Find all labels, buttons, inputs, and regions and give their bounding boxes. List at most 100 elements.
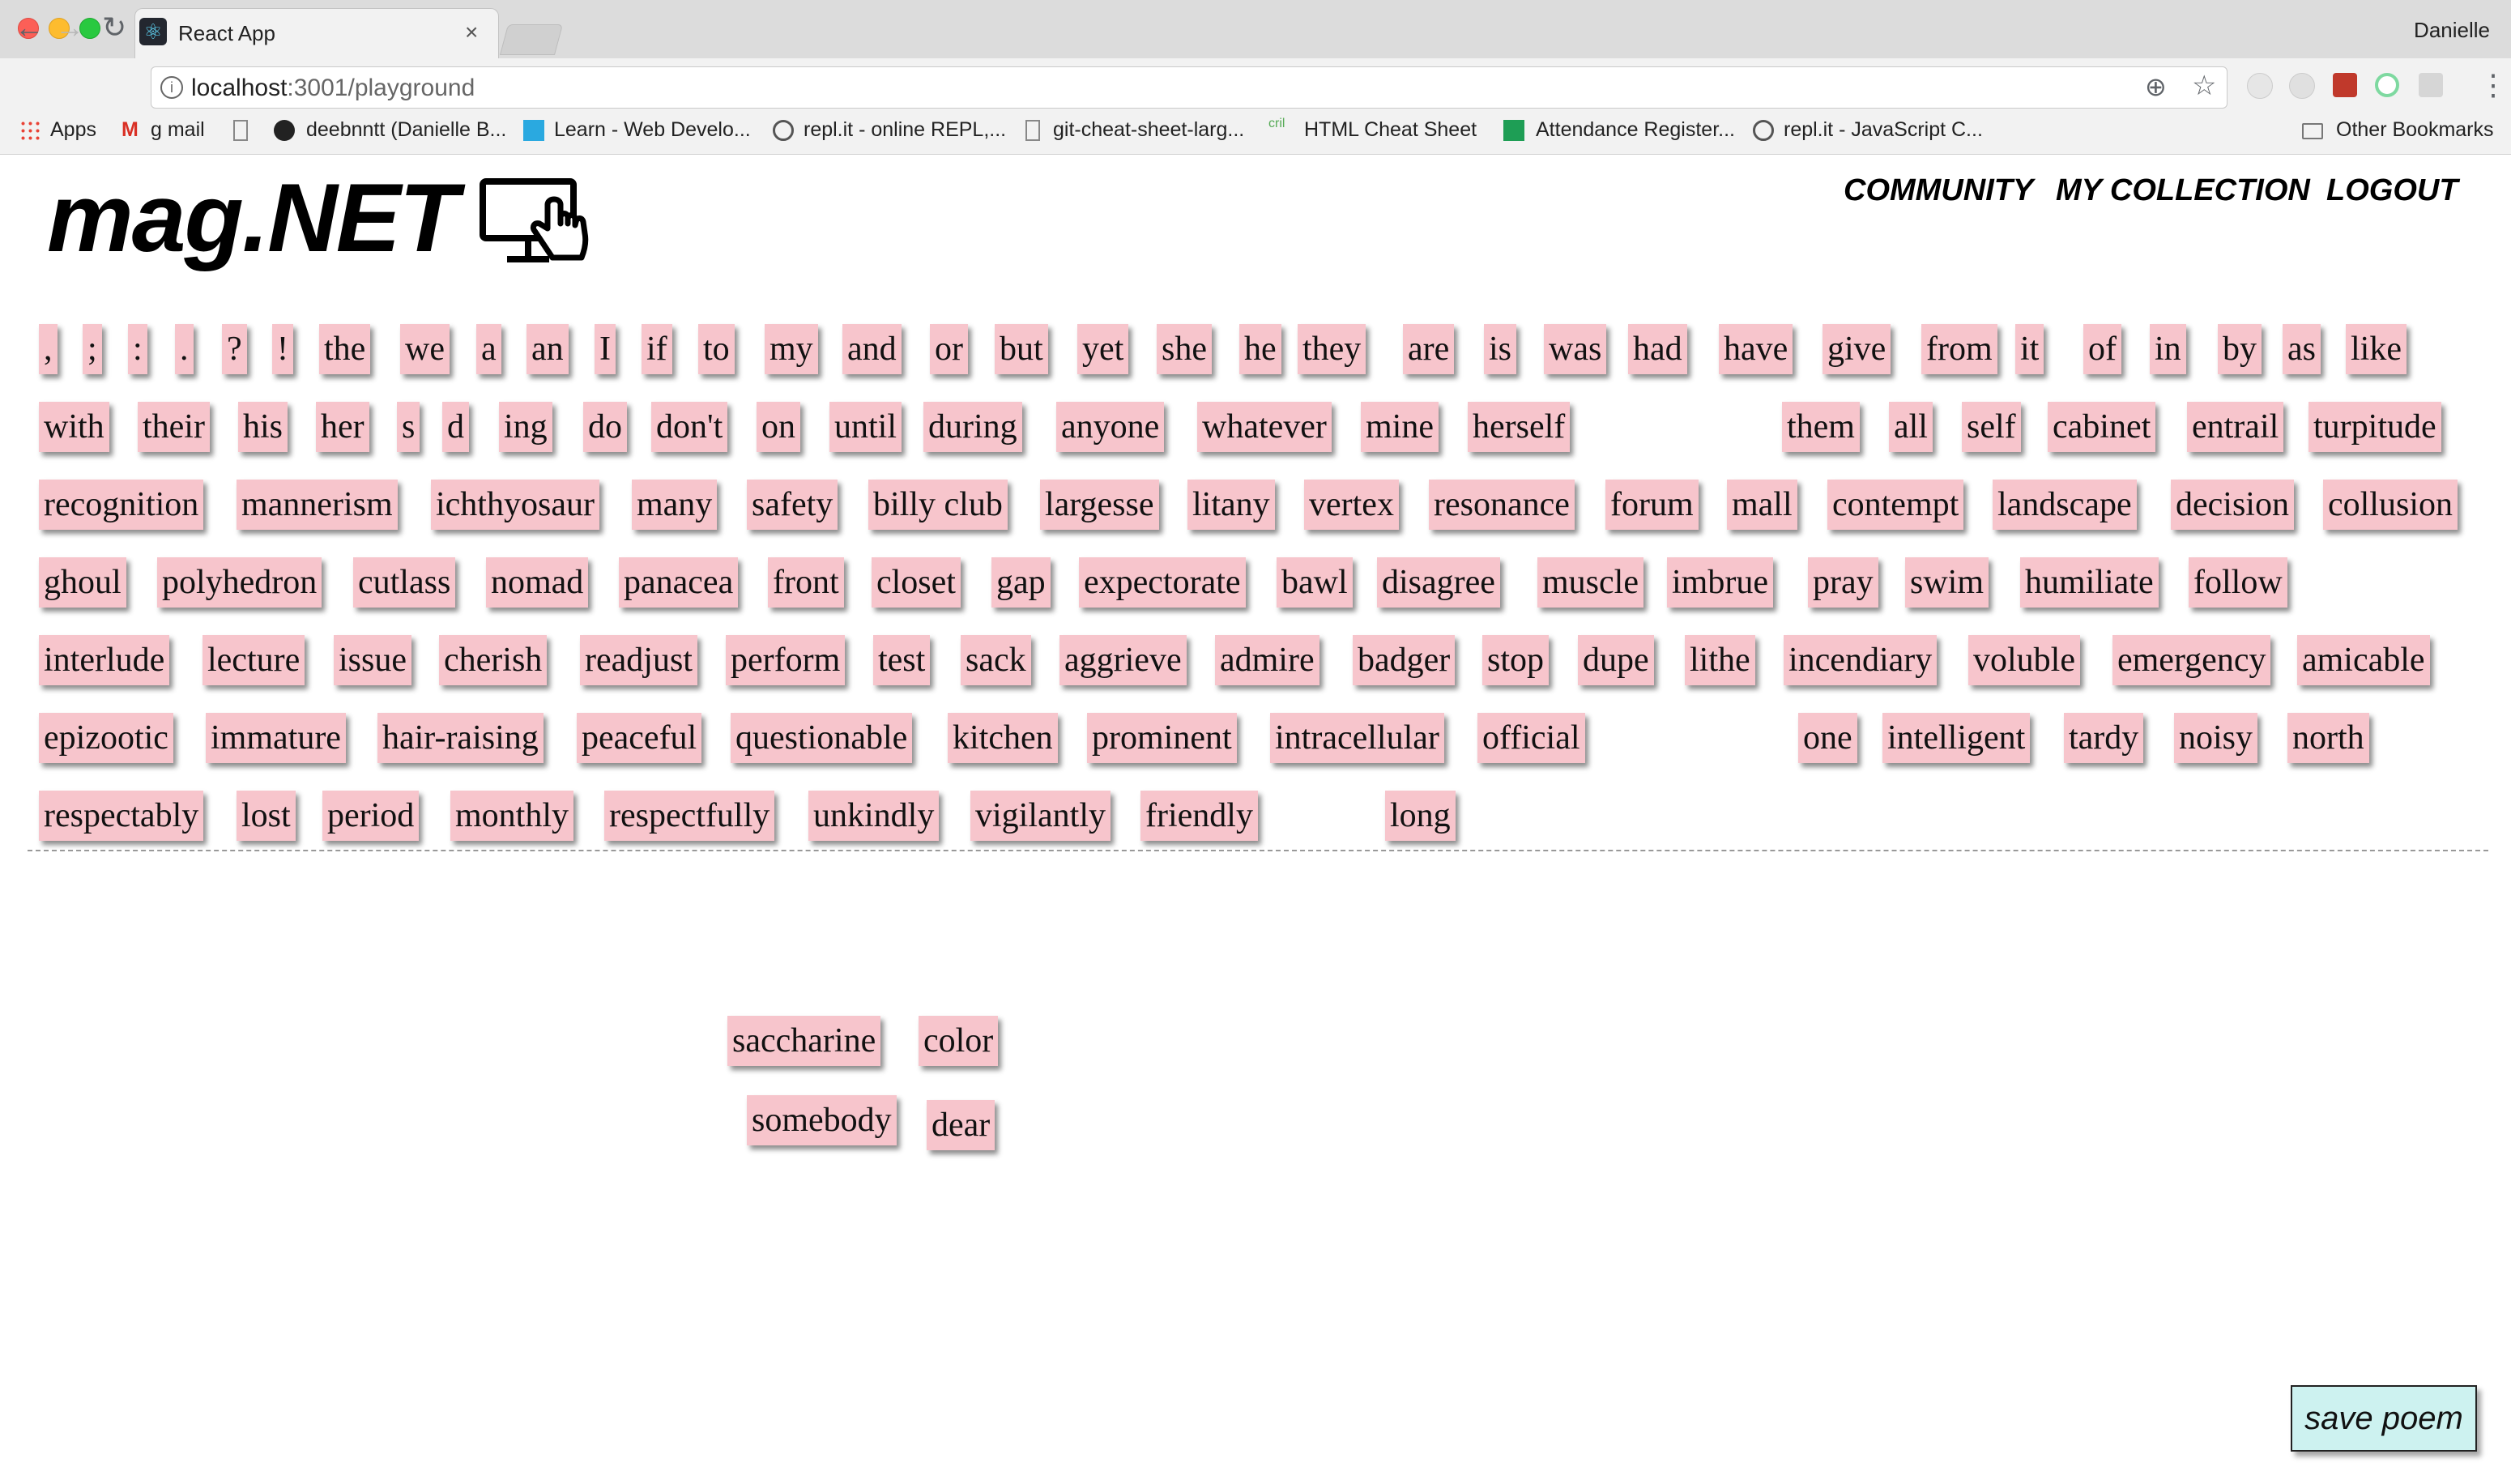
word-magnet[interactable]: polyhedron <box>157 557 322 608</box>
poem-word-magnet[interactable]: saccharine <box>727 1016 881 1066</box>
browser-menu-icon[interactable]: ⋮ <box>2479 68 2508 102</box>
bookmark-replit-js[interactable]: repl.it - JavaScript C... <box>1784 118 1983 142</box>
word-magnet[interactable]: self <box>1962 402 2021 452</box>
word-magnet[interactable]: from <box>1921 324 1997 374</box>
bookmark-learn[interactable]: Learn - Web Develo... <box>554 118 751 142</box>
word-magnet[interactable]: billy club <box>868 480 1008 530</box>
word-magnet[interactable]: my <box>765 324 818 374</box>
word-magnet[interactable]: in <box>2150 324 2186 374</box>
word-magnet[interactable]: ; <box>83 324 102 374</box>
word-magnet[interactable]: is <box>1484 324 1517 374</box>
word-magnet[interactable]: closet <box>872 557 961 608</box>
nav-community[interactable]: COMMUNITY <box>1844 173 2033 208</box>
word-magnet[interactable]: turpitude <box>2308 402 2441 452</box>
word-magnet[interactable]: interlude <box>39 635 170 685</box>
word-magnet[interactable]: if <box>642 324 672 374</box>
word-magnet[interactable]: north <box>2287 713 2369 763</box>
word-magnet[interactable]: muscle <box>1537 557 1643 608</box>
word-magnet[interactable]: friendly <box>1140 791 1258 841</box>
word-magnet[interactable]: it <box>2015 324 2044 374</box>
word-magnet[interactable]: to <box>698 324 735 374</box>
nav-my-collection[interactable]: MY COLLECTION <box>2056 173 2310 208</box>
profile-name[interactable]: Danielle <box>2414 18 2490 43</box>
word-magnet[interactable]: questionable <box>731 713 913 763</box>
word-magnet[interactable]: badger <box>1353 635 1456 685</box>
word-magnet[interactable]: until <box>829 402 902 452</box>
word-magnet[interactable]: of <box>2083 324 2121 374</box>
word-magnet[interactable]: we <box>400 324 450 374</box>
word-magnet[interactable]: mannerism <box>237 480 398 530</box>
word-magnet[interactable]: lecture <box>202 635 305 685</box>
word-magnet[interactable]: respectably <box>39 791 204 841</box>
word-magnet[interactable]: are <box>1403 324 1455 374</box>
word-magnet[interactable]: by <box>2218 324 2262 374</box>
extension-icon[interactable] <box>2333 73 2357 97</box>
word-magnet[interactable]: aggrieve <box>1059 635 1187 685</box>
word-magnet[interactable]: with <box>39 402 109 452</box>
word-magnet[interactable]: give <box>1823 324 1891 374</box>
reload-icon[interactable]: ↻ <box>102 11 126 44</box>
word-magnet[interactable]: mall <box>1727 480 1797 530</box>
word-magnet[interactable]: contempt <box>1827 480 1964 530</box>
word-magnet[interactable]: d <box>442 402 469 452</box>
word-magnet[interactable]: noisy <box>2174 713 2258 763</box>
word-magnet[interactable]: swim <box>1905 557 1989 608</box>
word-magnet[interactable]: the <box>319 324 371 374</box>
word-magnet[interactable]: safety <box>747 480 838 530</box>
word-magnet[interactable]: test <box>873 635 931 685</box>
bookmark-star-icon[interactable]: ☆ <box>2192 70 2216 102</box>
word-magnet[interactable]: sack <box>961 635 1031 685</box>
bookmark-github[interactable]: deebnntt (Danielle B... <box>306 118 506 142</box>
word-magnet[interactable]: intelligent <box>1882 713 2031 763</box>
word-magnet[interactable]: their <box>138 402 210 452</box>
word-magnet[interactable]: readjust <box>580 635 697 685</box>
word-magnet[interactable]: resonance <box>1429 480 1575 530</box>
word-magnet[interactable]: . <box>175 324 194 374</box>
word-magnet[interactable]: disagree <box>1377 557 1500 608</box>
tab-close-icon[interactable]: × <box>465 19 478 45</box>
word-magnet[interactable]: have <box>1719 324 1793 374</box>
word-magnet[interactable]: pray <box>1808 557 1878 608</box>
word-magnet[interactable]: period <box>322 791 420 841</box>
word-magnet[interactable]: and <box>842 324 902 374</box>
word-magnet[interactable]: official <box>1477 713 1585 763</box>
word-magnet[interactable]: : <box>128 324 147 374</box>
word-magnet[interactable]: peaceful <box>577 713 702 763</box>
word-magnet[interactable]: forum <box>1605 480 1699 530</box>
zoom-icon[interactable]: ⊕ <box>2145 71 2167 102</box>
word-magnet[interactable]: had <box>1628 324 1687 374</box>
word-magnet[interactable]: hair-raising <box>377 713 544 763</box>
word-magnet[interactable]: mine <box>1361 402 1439 452</box>
word-magnet[interactable]: yet <box>1077 324 1129 374</box>
back-arrow-icon[interactable]: ← <box>15 11 44 44</box>
word-magnet[interactable]: amicable <box>2297 635 2430 685</box>
word-magnet[interactable]: respectfully <box>604 791 775 841</box>
word-magnet[interactable]: her <box>316 402 369 452</box>
word-magnet[interactable]: prominent <box>1087 713 1237 763</box>
bookmark-html-cheat-sheet[interactable]: HTML Cheat Sheet <box>1304 118 1477 142</box>
bookmark-other[interactable]: Other Bookmarks <box>2336 118 2494 142</box>
word-magnet[interactable]: nomad <box>486 557 589 608</box>
save-poem-button[interactable]: save poem <box>2291 1385 2477 1452</box>
word-magnet[interactable]: front <box>768 557 844 608</box>
word-magnet[interactable]: ghoul <box>39 557 126 608</box>
word-magnet[interactable]: ? <box>222 324 247 374</box>
word-magnet[interactable]: perform <box>726 635 846 685</box>
word-magnet[interactable]: landscape <box>1993 480 2137 530</box>
forward-arrow-icon[interactable]: → <box>55 11 84 44</box>
word-magnet[interactable]: I <box>595 324 616 374</box>
extension-icon[interactable] <box>2419 73 2443 97</box>
extension-icon[interactable] <box>2375 73 2399 97</box>
word-magnet[interactable]: but <box>995 324 1048 374</box>
poem-word-magnet[interactable]: somebody <box>747 1095 897 1145</box>
word-magnet[interactable]: cutlass <box>353 557 456 608</box>
word-magnet[interactable]: whatever <box>1197 402 1332 452</box>
nav-logout[interactable]: LOGOUT <box>2326 173 2458 208</box>
url-text[interactable]: localhost:3001/playground <box>191 75 475 102</box>
word-magnet[interactable]: anyone <box>1056 402 1165 452</box>
word-magnet[interactable]: admire <box>1215 635 1319 685</box>
word-magnet[interactable]: vertex <box>1304 480 1399 530</box>
word-magnet[interactable]: he <box>1239 324 1281 374</box>
word-magnet[interactable]: s <box>397 402 420 452</box>
poem-word-magnet[interactable]: dear <box>927 1100 995 1150</box>
